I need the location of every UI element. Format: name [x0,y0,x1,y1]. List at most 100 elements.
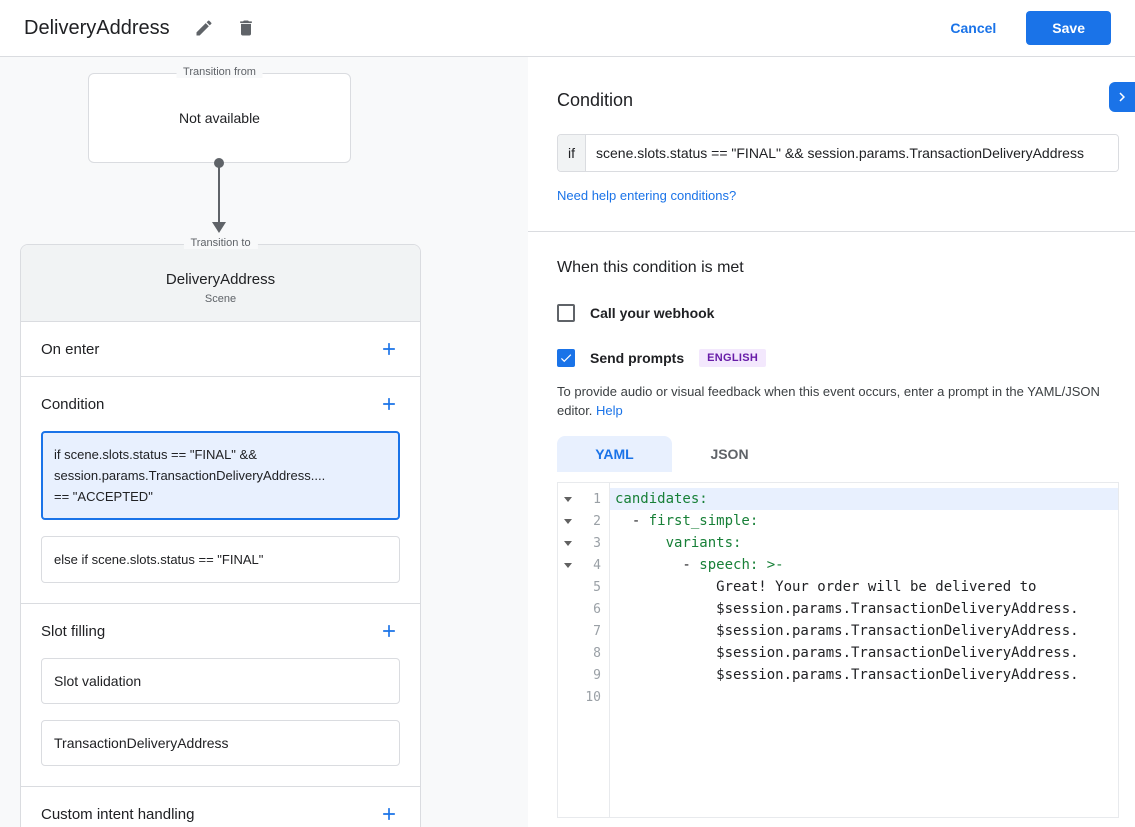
gutter-line: 8 [558,642,609,664]
add-slot-button[interactable] [378,620,400,642]
condition-handler-card[interactable]: if scene.slots.status == "FINAL" &&sessi… [41,431,400,520]
line-number: 3 [572,536,609,551]
gutter-line: 7 [558,620,609,642]
line-number: 5 [572,580,609,595]
line-number: 10 [572,690,609,705]
condition-heading: Condition [557,90,1119,111]
page-title: DeliveryAddress [24,17,170,40]
save-button[interactable]: Save [1026,11,1111,45]
slot-filling-label: Slot filling [41,623,105,640]
slot-filling-section: Slot filling [21,604,420,658]
prompt-description: To provide audio or visual feedback when… [557,382,1113,420]
code-line: - first_simple: [610,510,1118,532]
delete-scene-button[interactable] [234,16,258,40]
line-number: 6 [572,602,609,617]
add-on-enter-button[interactable] [378,338,400,360]
code-token-plain [615,535,666,551]
webhook-checkbox-label: Call your webhook [590,305,714,321]
scene-graph-panel: Transition from Not available Transition… [0,57,528,827]
fold-caret-icon[interactable] [564,519,572,524]
panel-divider [528,231,1135,232]
transition-from-card: Transition from Not available [88,73,351,163]
connector-line [218,163,220,223]
plus-icon [379,621,399,641]
line-number: 9 [572,668,609,683]
condition-detail-panel: Condition if Need help entering conditio… [528,57,1135,827]
code-line: $session.params.TransactionDeliveryAddre… [610,642,1118,664]
plus-icon [379,394,399,414]
code-token-plain: $session.params.TransactionDeliveryAddre… [615,667,1079,683]
transition-from-label: Transition from [176,66,263,78]
language-badge: ENGLISH [699,349,766,367]
custom-intent-label: Custom intent handling [41,806,194,823]
code-token-key: >- [767,557,784,573]
trash-icon [236,18,256,38]
line-number: 7 [572,624,609,639]
slot-list: Slot validation TransactionDeliveryAddres… [21,658,420,786]
editor-tabs: YAML JSON [557,436,1119,472]
add-condition-button[interactable] [378,393,400,415]
on-enter-label: On enter [41,341,99,358]
code-token-plain: $session.params.TransactionDeliveryAddre… [615,645,1079,661]
send-prompts-checkbox[interactable] [557,349,575,367]
prompt-editor: 1 2 3 4 5 6 7 8 9 10 candidates: - first… [557,482,1119,818]
webhook-row: Call your webhook [557,304,1119,322]
if-prefix: if [558,135,586,171]
webhook-checkbox[interactable] [557,304,575,322]
scene-card: Transition to DeliveryAddress Scene On e… [20,244,421,827]
checkmark-icon [559,351,573,365]
transition-to-label: Transition to [183,237,257,249]
editor-gutter: 1 2 3 4 5 6 7 8 9 10 [558,483,610,817]
code-line: Great! Your order will be delivered to [610,576,1118,598]
on-enter-section: On enter [21,322,420,376]
gutter-line: 6 [558,598,609,620]
code-token-plain: $session.params.TransactionDeliveryAddre… [615,623,1079,639]
code-token-plain: - [615,557,699,573]
fold-caret-icon[interactable] [564,563,572,568]
plus-icon [379,339,399,359]
slot-card[interactable]: TransactionDeliveryAddress [41,720,400,766]
code-line: $session.params.TransactionDeliveryAddre… [610,664,1118,686]
tab-json[interactable]: JSON [672,436,787,472]
condition-text-line: == "ACCEPTED" [54,486,387,507]
conditions-help-link[interactable]: Need help entering conditions? [557,188,736,203]
slot-card[interactable]: Slot validation [41,658,400,704]
code-token-key: first_simple: [649,513,759,529]
fold-caret-icon[interactable] [564,497,572,502]
code-token-key: speech: [699,557,758,573]
tab-yaml[interactable]: YAML [557,436,672,472]
code-token-key: candidates: [615,491,708,507]
condition-expression-input[interactable] [586,135,1118,171]
collapse-panel-button[interactable] [1109,82,1135,112]
condition-section: Condition [21,377,420,431]
scene-card-header: Transition to DeliveryAddress Scene [21,245,420,322]
condition-handler-card[interactable]: else if scene.slots.status == "FINAL" [41,536,400,583]
fold-caret-icon[interactable] [564,541,572,546]
plus-icon [379,804,399,824]
header: DeliveryAddress Cancel Save [0,0,1135,57]
add-custom-intent-button[interactable] [378,803,400,825]
gutter-line: 3 [558,532,609,554]
rename-scene-button[interactable] [192,16,216,40]
code-line [610,686,1118,708]
cancel-button[interactable]: Cancel [950,20,996,36]
gutter-line: 1 [558,488,609,510]
gutter-line: 5 [558,576,609,598]
transition-from-value: Not available [89,110,350,126]
code-token-key: variants: [666,535,742,551]
code-line: $session.params.TransactionDeliveryAddre… [610,598,1118,620]
code-line: candidates: [610,488,1118,510]
send-prompts-row: Send prompts ENGLISH [557,349,1119,367]
condition-list: if scene.slots.status == "FINAL" &&sessi… [21,431,420,603]
gutter-line: 9 [558,664,609,686]
code-token-plain: $session.params.TransactionDeliveryAddre… [615,601,1079,617]
prompt-description-text: To provide audio or visual feedback when… [557,384,1100,418]
help-link[interactable]: Help [596,403,623,418]
send-prompts-label: Send prompts [590,350,684,366]
condition-text-line: session.params.TransactionDeliveryAddres… [54,465,387,486]
condition-section-label: Condition [41,396,104,413]
condition-text-line: if scene.slots.status == "FINAL" && [54,444,387,465]
code-line: $session.params.TransactionDeliveryAddre… [610,620,1118,642]
editor-code[interactable]: candidates: - first_simple: variants: - … [610,483,1118,817]
code-token-plain: Great! Your order will be delivered to [615,579,1036,595]
